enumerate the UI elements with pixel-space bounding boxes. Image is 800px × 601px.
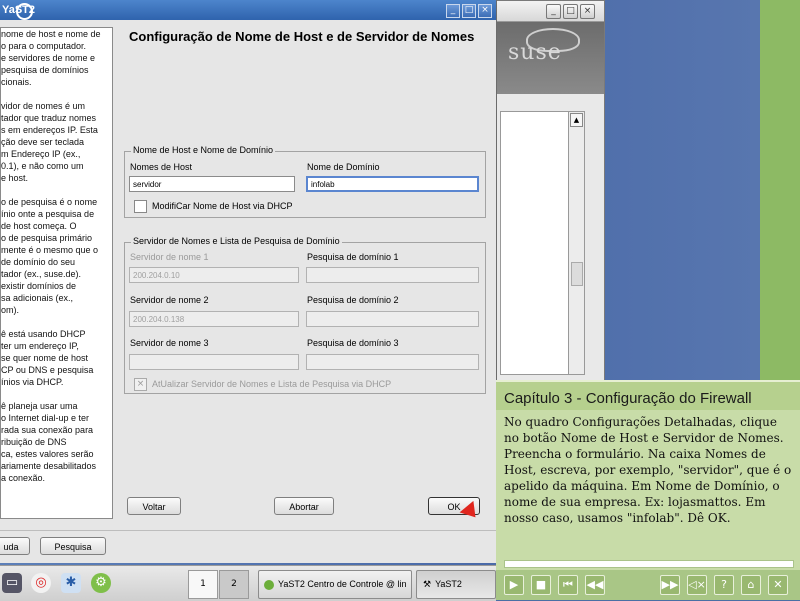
tutorial-titlebar: Capítulo 3 - Configuração do Firewall xyxy=(496,380,800,410)
close-icon[interactable]: × xyxy=(580,4,595,19)
tutorial-panel: Capítulo 3 - Configuração do Firewall No… xyxy=(496,380,800,600)
maximize-icon[interactable]: □ xyxy=(563,4,578,19)
module-list[interactable] xyxy=(500,111,570,375)
wand-icon: ⚒ xyxy=(423,579,432,589)
dialog-titlebar[interactable]: YaST2 _ □ × xyxy=(0,0,496,20)
pager-desktop-2[interactable]: 2 xyxy=(219,570,249,599)
network-icon[interactable]: ✱ xyxy=(61,573,81,593)
minimize-icon[interactable]: _ xyxy=(446,4,460,18)
control-center-window: _ □ × suse ▲ xyxy=(495,0,605,387)
desktop-green-strip xyxy=(760,0,800,380)
help-icon[interactable]: ? xyxy=(714,575,734,595)
help-paragraph: ê planeja usar uma o Internet dial-up e … xyxy=(1,401,97,483)
dns-group-legend: Servidor de Nomes e Lista de Pesquisa de… xyxy=(131,236,342,246)
stop-icon[interactable]: ■ xyxy=(531,575,551,595)
help-paragraph: ê está usando DHCP ter um endereço IP, s… xyxy=(1,329,94,387)
nameserver-1-input[interactable]: 200.204.0.10 xyxy=(129,267,299,283)
scrollbar-grip[interactable] xyxy=(571,262,583,286)
play-icon[interactable]: ▶ xyxy=(504,575,524,595)
tutorial-controls: ▶ ■ ⏮ ◀◀ ▶▶ ◁× ? ⌂ ✕ xyxy=(496,570,800,600)
close-icon[interactable]: × xyxy=(478,4,492,18)
terminal-icon[interactable]: ▭ xyxy=(2,573,22,593)
close-icon[interactable]: ✕ xyxy=(768,575,788,595)
back-button[interactable]: Voltar xyxy=(127,497,181,515)
suse-banner: suse xyxy=(496,22,604,94)
search-domain-2-input[interactable] xyxy=(306,311,479,327)
fast-forward-icon[interactable]: ▶▶ xyxy=(660,575,680,595)
dhcp-update-checkbox[interactable]: × xyxy=(134,378,147,391)
nameserver-1-label: Servidor de nome 1 xyxy=(130,252,209,262)
hostname-input[interactable]: servidor xyxy=(129,176,295,192)
control-center-titlebar[interactable]: _ □ × xyxy=(496,1,604,22)
nameserver-2-input[interactable]: 200.204.0.138 xyxy=(129,311,299,327)
maximize-icon[interactable]: □ xyxy=(462,4,476,18)
pager-desktop-1[interactable]: 1 xyxy=(188,570,218,599)
search-domain-1-label: Pesquisa de domínio 1 xyxy=(307,252,399,262)
tutorial-progress-bar xyxy=(504,560,794,568)
taskbar: ▭ ◎ ✱ ⚙ 1 2 YaST2 Centro de Controle @ l… xyxy=(0,565,496,601)
task-yast2[interactable]: ⚒ YaST2 xyxy=(416,570,496,599)
dhcp-hostname-checkbox[interactable] xyxy=(134,200,147,213)
dhcp-update-label: AtUalizar Servidor de Nomes e Lista de P… xyxy=(152,379,392,389)
page-title: Configuração de Nome de Host e de Servid… xyxy=(129,29,475,44)
search-domain-1-input[interactable] xyxy=(306,267,479,283)
domain-label: Nome de Domínio xyxy=(307,162,380,172)
scroll-up-icon[interactable]: ▲ xyxy=(570,113,583,127)
help-paragraph: vidor de nomes é um tador que traduz nom… xyxy=(1,101,98,183)
control-center-buttons: uda Pesquisa xyxy=(0,530,496,563)
yast-gear-icon[interactable]: ⚙ xyxy=(91,573,111,593)
home-icon[interactable]: ⌂ xyxy=(741,575,761,595)
nameserver-3-input[interactable] xyxy=(129,354,299,370)
hostname-label: Nomes de Host xyxy=(130,162,193,172)
mute-icon[interactable]: ◁× xyxy=(687,575,707,595)
help-paragraph: nome de host e nome de o para o computad… xyxy=(1,29,101,87)
hostname-group-legend: Nome de Host e Nome de Domínio xyxy=(131,145,276,155)
help-button[interactable]: uda xyxy=(0,537,30,555)
hostname-group: Nome de Host e Nome de Domínio Nomes de … xyxy=(124,145,486,218)
dhcp-hostname-label: ModifiCar Nome de Host via DHCP xyxy=(152,201,293,211)
dns-group: Servidor de Nomes e Lista de Pesquisa de… xyxy=(124,236,486,394)
nameserver-3-label: Servidor de nome 3 xyxy=(130,338,209,348)
help-pane[interactable]: nome de host e nome de o para o computad… xyxy=(0,27,113,519)
skip-start-icon[interactable]: ⏮ xyxy=(558,575,578,595)
search-domain-3-label: Pesquisa de domínio 3 xyxy=(307,338,399,348)
domain-input[interactable]: infolab xyxy=(306,176,479,192)
tutorial-body: No quadro Configurações Detalhadas, cliq… xyxy=(504,415,792,525)
module-list-scrollbar[interactable]: ▲ xyxy=(568,111,585,375)
minimize-icon[interactable]: _ xyxy=(546,4,561,19)
search-domain-3-input[interactable] xyxy=(306,354,479,370)
lifebuoy-icon[interactable]: ◎ xyxy=(31,573,51,593)
suse-logo: suse xyxy=(508,40,562,65)
search-domain-2-label: Pesquisa de domínio 2 xyxy=(307,295,399,305)
help-paragraph: o de pesquisa é o nome ínio onte a pesqu… xyxy=(1,197,99,315)
suse-swirl-icon xyxy=(16,3,33,20)
dialog-content: Configuração de Nome de Host e de Servid… xyxy=(119,21,496,521)
yast-icon xyxy=(264,579,274,590)
task-label: YaST2 Centro de Controle @ lin xyxy=(278,579,407,589)
abort-button[interactable]: Abortar xyxy=(274,497,334,515)
tutorial-title: Capítulo 3 - Configuração do Firewall xyxy=(504,390,752,407)
help-text: nome de host e nome de o para o computad… xyxy=(1,28,110,496)
nameserver-2-label: Servidor de nome 2 xyxy=(130,295,209,305)
yast-dialog-window: YaST2 _ □ × nome de host e nome de o par… xyxy=(0,0,497,563)
task-control-center[interactable]: YaST2 Centro de Controle @ lin xyxy=(258,570,412,599)
task-label: YaST2 xyxy=(435,579,462,589)
rewind-icon[interactable]: ◀◀ xyxy=(585,575,605,595)
search-button[interactable]: Pesquisa xyxy=(40,537,106,555)
